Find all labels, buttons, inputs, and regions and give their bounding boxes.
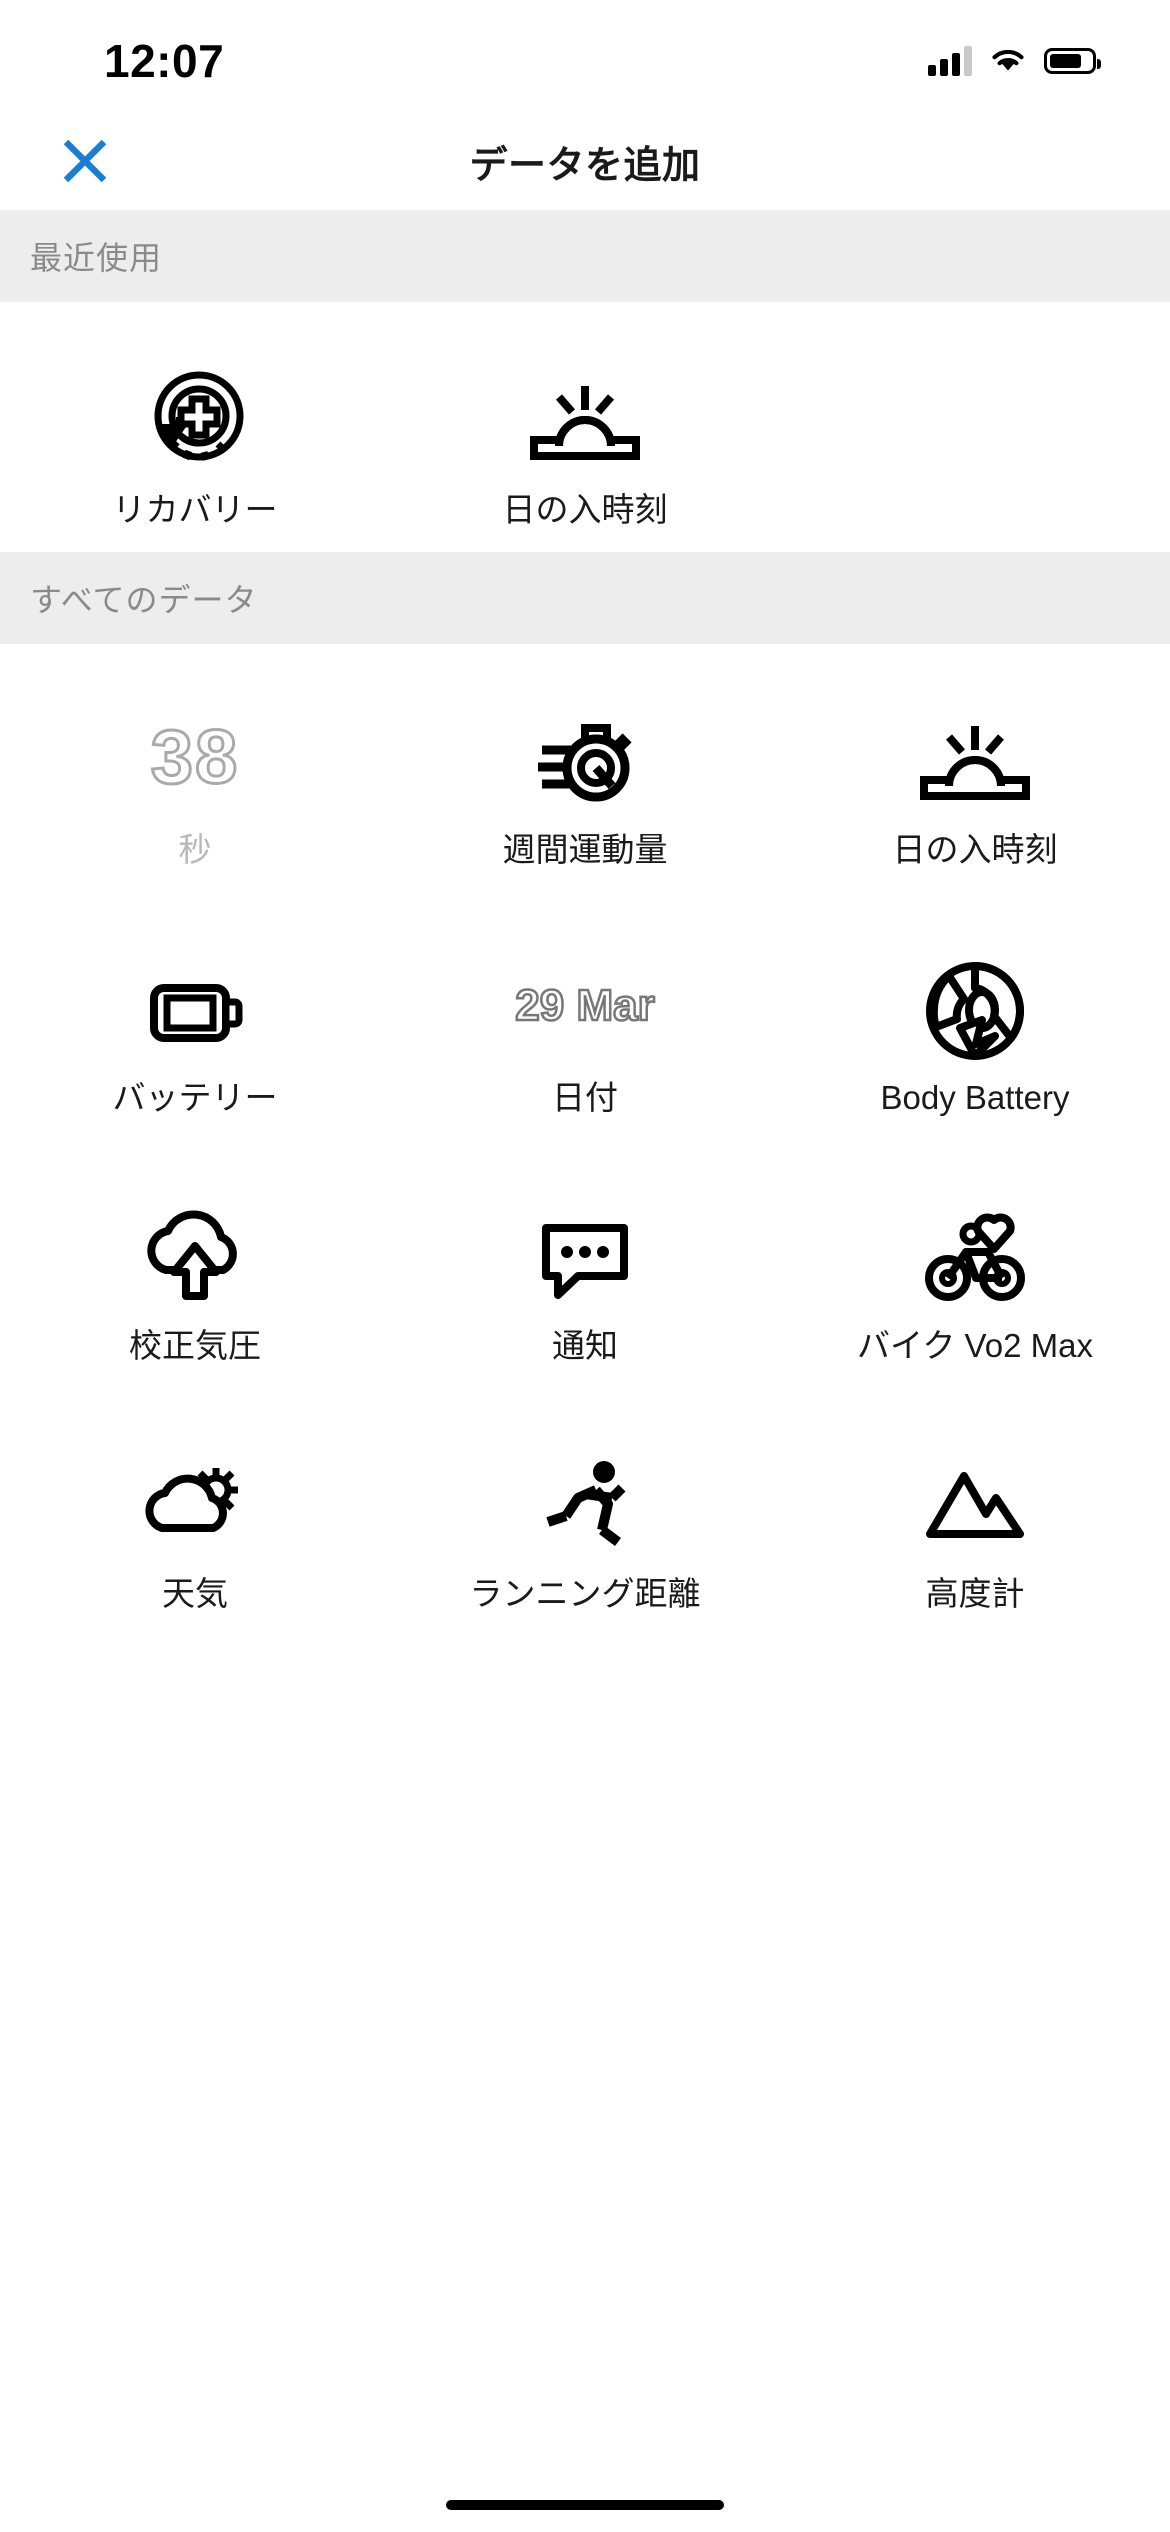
section-header-recent: 最近使用 (0, 210, 1170, 302)
bike-vo2max-icon (916, 1200, 1034, 1308)
data-field-label: 通知 (552, 1327, 618, 1364)
data-field-label: リカバリー (112, 491, 278, 528)
status-bar: 12:07 (0, 0, 1170, 112)
data-field-body-battery[interactable]: Body Battery (780, 892, 1170, 1140)
data-field-altimeter[interactable]: 高度計 (780, 1388, 1170, 1636)
data-field-label: 高度計 (925, 1575, 1025, 1612)
close-x-icon (63, 139, 107, 183)
close-button[interactable] (48, 124, 122, 198)
altimeter-icon (916, 1448, 1034, 1556)
section-title-all-data: すべてのデータ (30, 582, 258, 618)
data-field-weekly-intensity[interactable]: 週間運動量 (390, 644, 780, 892)
data-field-date[interactable]: 29 Mar 日付 (390, 892, 780, 1140)
data-field-label: バッテリー (112, 1079, 278, 1116)
battery-icon (1044, 48, 1101, 74)
signal-bars-icon (928, 46, 972, 76)
data-field-empty-slot (780, 302, 1170, 552)
battery-watch-icon (136, 952, 254, 1060)
section-header-all-data: すべてのデータ (0, 552, 1170, 644)
data-field-seconds[interactable]: 38 秒 (0, 644, 390, 892)
wifi-icon (992, 49, 1024, 71)
recovery-icon (136, 364, 254, 472)
all-data-grid: 38 秒 週間運動量 日の入時刻 バッテリー 29 Mar 日付 Body Ba… (0, 644, 1170, 1636)
data-field-label: 日の入時刻 (502, 491, 668, 528)
data-field-label: 秒 (178, 831, 212, 868)
data-field-label: バイク Vo2 Max (857, 1327, 1093, 1364)
weather-icon (136, 1448, 254, 1556)
data-field-barometric-pressure[interactable]: 校正気圧 (0, 1140, 390, 1388)
data-field-label: 校正気圧 (129, 1327, 261, 1364)
date-icon: 29 Mar (514, 952, 656, 1060)
data-field-bike-vo2max[interactable]: バイク Vo2 Max (780, 1140, 1170, 1388)
data-field-label: 日の入時刻 (892, 831, 1058, 868)
data-field-running-distance[interactable]: ランニング距離 (390, 1388, 780, 1636)
data-field-notification[interactable]: 通知 (390, 1140, 780, 1388)
section-title-recent: 最近使用 (30, 240, 163, 276)
data-field-label: Body Battery (880, 1079, 1070, 1116)
home-indicator[interactable] (446, 2500, 724, 2510)
page-title: データを追加 (469, 144, 701, 187)
data-field-label: 週間運動量 (502, 831, 668, 868)
data-field-battery[interactable]: バッテリー (0, 892, 390, 1140)
running-distance-icon (526, 1448, 644, 1556)
status-bar-time: 12:07 (104, 35, 225, 87)
data-field-label: ランニング距離 (469, 1575, 701, 1612)
seconds-icon: 38 (149, 704, 240, 812)
barometric-pressure-icon (136, 1200, 254, 1308)
data-field-recovery[interactable]: リカバリー (0, 302, 390, 552)
navigation-bar: データを追加 (0, 112, 1170, 210)
sunset-icon (526, 364, 644, 472)
recent-items-grid: リカバリー 日の入時刻 (0, 302, 1170, 552)
date-value: 29 Mar (514, 981, 656, 1030)
body-battery-icon (916, 952, 1034, 1060)
data-field-label: 日付 (552, 1079, 618, 1116)
notification-icon (526, 1200, 644, 1308)
weekly-intensity-icon (526, 704, 644, 812)
status-bar-indicators (928, 46, 1101, 76)
data-field-label: 天気 (162, 1575, 228, 1612)
data-field-sunset[interactable]: 日の入時刻 (780, 644, 1170, 892)
sunset-icon (916, 704, 1034, 812)
data-field-sunset-recent[interactable]: 日の入時刻 (390, 302, 780, 552)
seconds-value: 38 (149, 715, 240, 800)
data-field-weather[interactable]: 天気 (0, 1388, 390, 1636)
